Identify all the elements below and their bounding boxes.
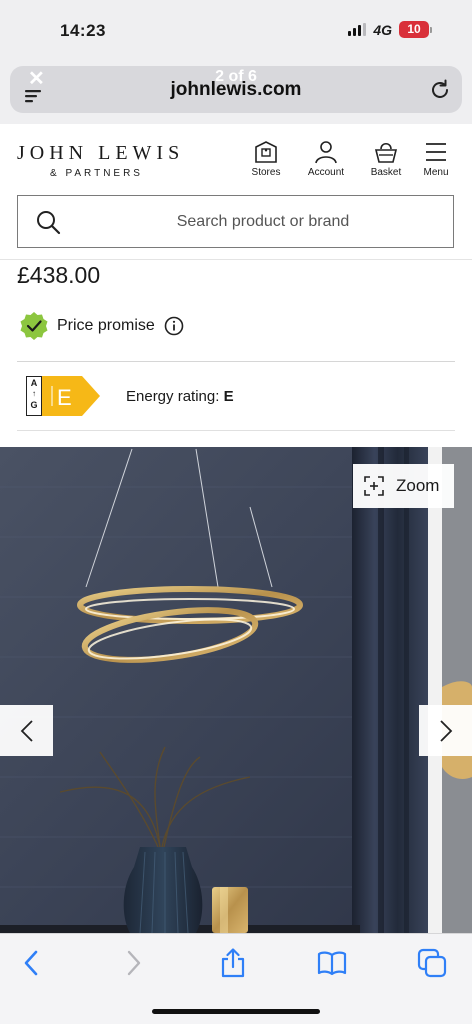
product-photo [0,447,472,933]
nav-label: Basket [370,167,402,178]
status-time: 14:23 [60,21,106,40]
bookmarks-button[interactable] [317,948,347,978]
basket-icon [374,142,398,163]
signal-icon [348,23,367,36]
energy-scale-arrow-icon: ↑ [32,389,36,398]
reload-icon[interactable] [428,78,452,102]
energy-class-badge: E [42,376,100,416]
bookmarks-icon [317,951,347,976]
battery-icon: 10 [399,21,432,38]
store-icon [255,141,277,163]
share-icon [221,948,245,978]
product-price: £438.00 [17,262,101,288]
chevron-right-icon [439,719,452,742]
image-counter-overlay: 2 of 6 [215,68,257,85]
back-icon [24,950,38,976]
energy-scale: A ↑ G [26,376,42,416]
home-indicator [152,1009,320,1014]
nav-stores[interactable]: Stores [236,140,296,178]
check-badge-icon [20,312,48,340]
divider [17,430,455,431]
header-nav: Stores Account Basket Menu [236,140,456,178]
search-box[interactable] [17,195,454,248]
energy-rating-text: Energy rating: E [126,388,234,405]
nav-basket[interactable]: Basket [356,140,416,178]
forward-icon [127,950,141,976]
battery-level: 10 [399,21,429,38]
next-image-button[interactable] [419,705,472,756]
forward-button[interactable] [118,948,148,978]
info-icon[interactable] [164,316,184,336]
energy-rating-value: E [223,387,234,405]
browser-chrome: 14:23 4G 10 ✕ johnlewis.com 2 of 6 [0,0,472,124]
product-image-gallery[interactable] [0,447,472,933]
share-button[interactable] [218,948,248,978]
tabs-icon [417,948,447,978]
energy-rating[interactable]: A ↑ G E Energy rating: E [26,376,234,416]
network-type: 4G [373,21,392,38]
nav-account[interactable]: Account [296,140,356,178]
brand-logo[interactable]: JOHN LEWIS & PARTNERS [17,142,184,179]
back-button[interactable] [17,948,47,978]
zoom-label: Zoom [396,476,440,495]
search-icon [37,211,61,235]
zoom-button[interactable]: Zoom [353,464,454,508]
account-icon [315,141,337,164]
chevron-left-icon [20,719,33,742]
energy-rating-label: Energy rating: [126,387,224,405]
brand-name: JOHN LEWIS [17,142,185,164]
nav-label: Menu [423,167,449,178]
price-promise[interactable]: Price promise [19,311,184,341]
search-input[interactable] [78,196,448,247]
site-header: JOHN LEWIS & PARTNERS Stores Account Bas… [0,124,472,188]
address-bar[interactable]: ✕ johnlewis.com 2 of 6 [10,66,462,113]
nav-menu[interactable]: Menu [416,140,456,178]
tabs-button[interactable] [417,948,447,978]
energy-class-letter: E [57,385,72,410]
nav-label: Stores [251,167,281,178]
previous-image-button[interactable] [0,705,53,756]
zoom-icon [364,476,384,496]
energy-scale-bottom: G [30,400,38,410]
price-promise-label: Price promise [57,317,155,334]
brand-subtitle: & PARTNERS [50,168,143,179]
nav-label: Account [307,167,345,178]
status-indicators: 4G 10 [348,21,432,38]
divider [17,361,455,362]
energy-scale-top: A [30,378,38,388]
divider [0,259,472,260]
menu-icon [426,143,446,161]
